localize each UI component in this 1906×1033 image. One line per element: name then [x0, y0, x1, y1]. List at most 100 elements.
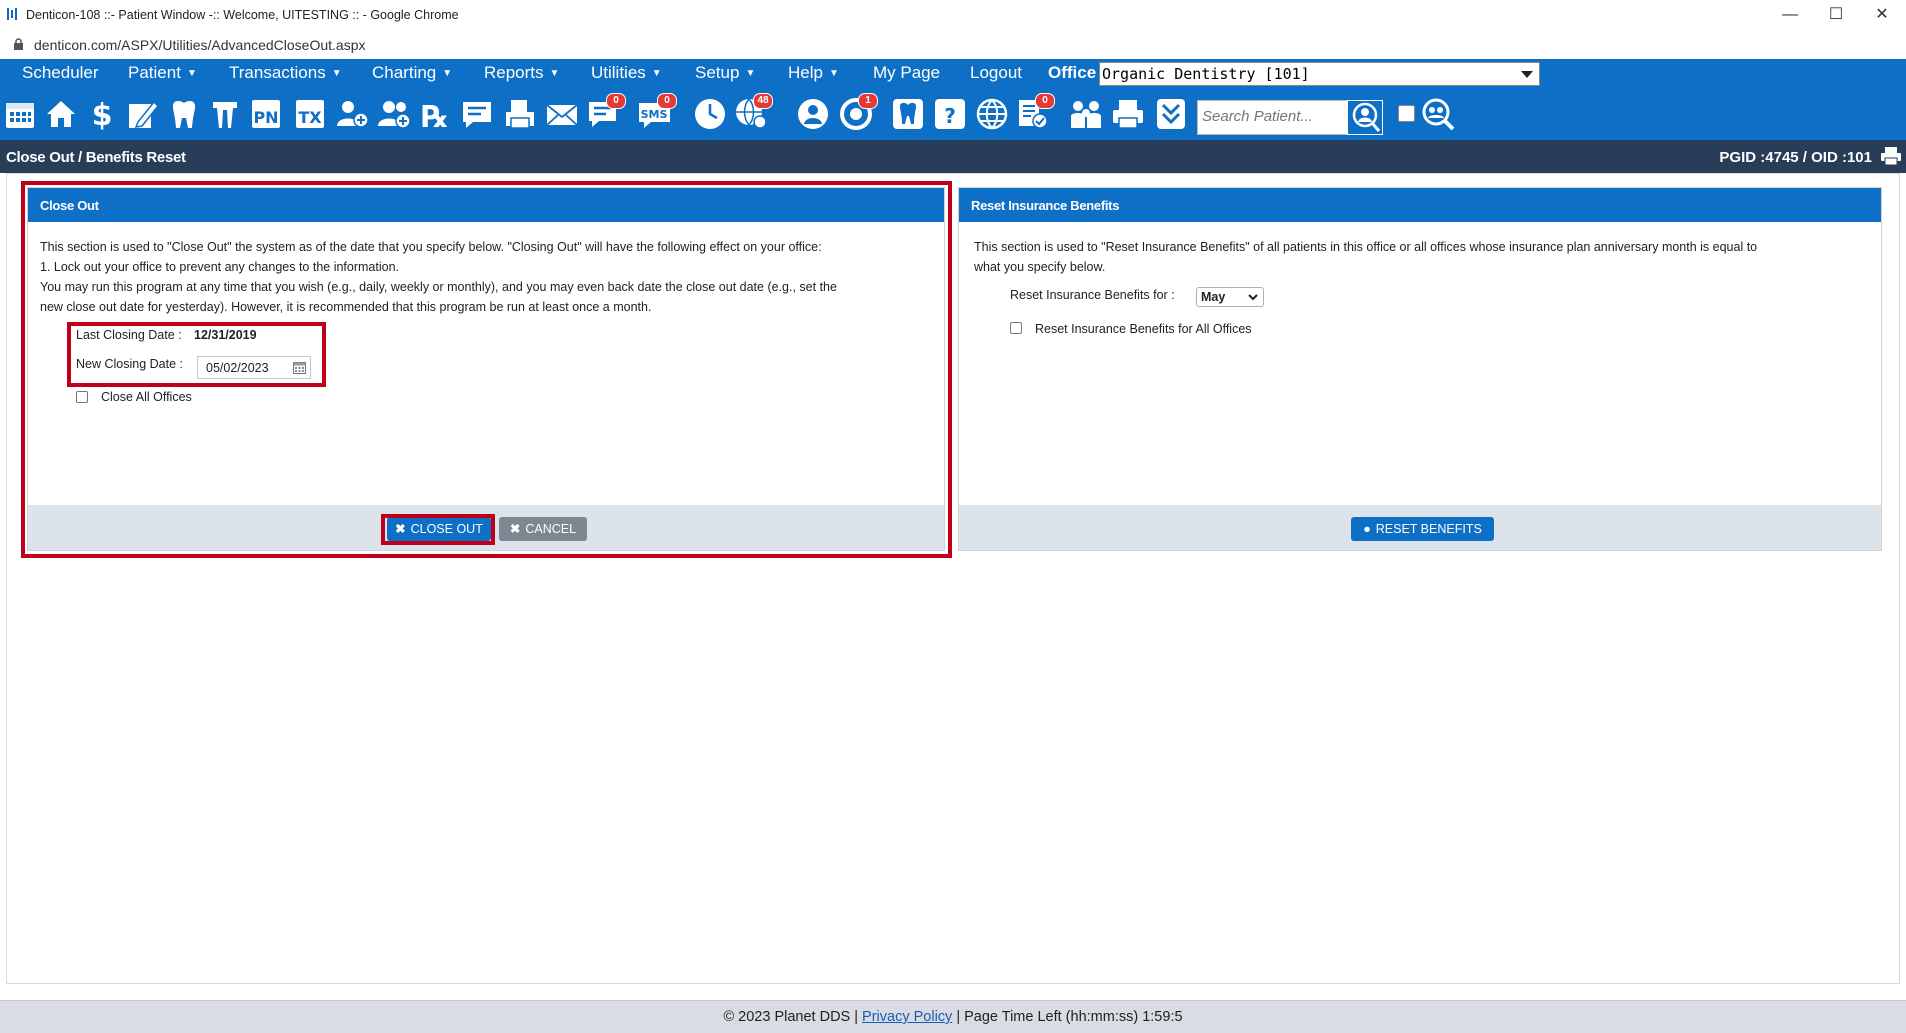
mail-icon[interactable]: [544, 96, 580, 132]
patient-search-input[interactable]: [1198, 101, 1346, 132]
menu-scheduler[interactable]: Scheduler: [22, 63, 99, 83]
clock-icon[interactable]: [692, 96, 728, 132]
help-tooth-icon[interactable]: ?: [932, 96, 968, 132]
page-header: Close Out / Benefits Reset PGID :4745 / …: [0, 140, 1906, 173]
svg-text:$: $: [92, 98, 113, 132]
close-out-header: Close Out: [28, 188, 944, 222]
patient-search-box[interactable]: [1197, 100, 1349, 135]
menu-my-page[interactable]: My Page: [873, 63, 940, 83]
chat-icon[interactable]: [459, 96, 495, 132]
cancel-button-label: CANCEL: [525, 522, 577, 536]
time-left-value: 1:59:5: [1142, 1009, 1183, 1025]
svg-text:?: ?: [944, 104, 956, 128]
privacy-policy-link[interactable]: Privacy Policy: [862, 1009, 952, 1025]
calendar-picker-icon[interactable]: [293, 361, 306, 374]
time-left-label: | Page Time Left (hh:mm:ss): [956, 1009, 1139, 1025]
home-icon[interactable]: [43, 96, 79, 132]
toolbar-checkbox[interactable]: [1398, 105, 1415, 122]
reset-for-label: Reset Insurance Benefits for :: [1010, 288, 1175, 302]
tooth-chart-icon[interactable]: [890, 96, 926, 132]
close-all-offices-checkbox[interactable]: [76, 391, 88, 403]
reset-benefits-button[interactable]: ● RESET BENEFITS: [1351, 517, 1494, 541]
teeth-icon[interactable]: [207, 96, 243, 132]
menu-reports[interactable]: Reports ▼: [484, 63, 559, 83]
url-text[interactable]: denticon.com/ASPX/Utilities/AdvancedClos…: [34, 37, 366, 53]
caret-down-icon: ▼: [186, 68, 197, 79]
download-icon[interactable]: [1153, 96, 1189, 132]
support-icon[interactable]: [795, 96, 831, 132]
maximize-button[interactable]: ☐: [1816, 4, 1856, 26]
alert-icon[interactable]: 1: [838, 93, 878, 132]
group-search-icon[interactable]: [1420, 96, 1456, 132]
patient-group-icon[interactable]: [376, 96, 412, 132]
close-out-button[interactable]: ✖ CLOSE OUT: [387, 517, 491, 541]
close-all-offices-label: Close All Offices: [101, 390, 192, 404]
app-icon: [7, 8, 17, 20]
add-patient-icon[interactable]: [334, 96, 370, 132]
icon-toolbar: $ PN TX ℞ 0 SMS 0 48 1 ? 0: [0, 90, 1906, 140]
dropdown-arrow-icon: [1521, 71, 1533, 78]
reset-all-offices-checkbox[interactable]: [1010, 322, 1022, 334]
menu-setup[interactable]: Setup ▼: [695, 63, 755, 83]
close-out-description: This section is used to "Close Out" the …: [40, 237, 940, 317]
messages-badge: 0: [606, 93, 626, 109]
menu-utilities[interactable]: Utilities ▼: [591, 63, 662, 83]
document-check-icon[interactable]: 0: [1015, 93, 1055, 132]
minimize-button[interactable]: —: [1770, 4, 1810, 26]
caret-down-icon: ▼: [549, 68, 560, 79]
lock-icon: [14, 38, 23, 50]
address-bar[interactable]: denticon.com/ASPX/Utilities/AdvancedClos…: [0, 30, 1906, 60]
last-closing-value: 12/31/2019: [194, 328, 257, 342]
printer-icon[interactable]: [1110, 96, 1146, 132]
reset-all-offices-label: Reset Insurance Benefits for All Offices: [1035, 322, 1252, 336]
description-line: This section is used to "Reset Insurance…: [974, 240, 1758, 254]
office-label: Office: [1048, 63, 1097, 82]
calendar-icon[interactable]: [2, 96, 38, 132]
menu-charting[interactable]: Charting ▼: [372, 63, 452, 83]
dollar-icon[interactable]: $: [84, 96, 120, 132]
svg-text:TX: TX: [298, 108, 322, 127]
tasks-badge: 0: [1035, 93, 1055, 109]
new-closing-date-value: 05/02/2023: [206, 361, 269, 375]
sms-icon[interactable]: SMS 0: [637, 93, 677, 132]
pn-icon[interactable]: PN: [248, 96, 284, 132]
reset-month-value: May: [1201, 290, 1226, 304]
svg-text:℞: ℞: [422, 100, 449, 132]
close-window-button[interactable]: ✕: [1862, 4, 1902, 26]
menu-transactions[interactable]: Transactions ▼: [229, 63, 342, 83]
alerts-badge: 1: [858, 93, 878, 109]
print-icon[interactable]: [1880, 146, 1902, 166]
family-icon[interactable]: [1068, 96, 1104, 132]
reset-month-select[interactable]: May: [1196, 287, 1264, 307]
last-closing-label: Last Closing Date :: [76, 328, 182, 342]
dollar-circle-icon: ●: [1363, 522, 1371, 536]
tx-icon[interactable]: TX: [292, 96, 328, 132]
cancel-button[interactable]: ✖ CANCEL: [499, 517, 587, 541]
copyright-text: © 2023 Planet DDS |: [723, 1009, 859, 1025]
patient-search-button[interactable]: [1347, 100, 1383, 135]
close-x-icon: ✖: [395, 522, 406, 536]
rx-icon[interactable]: ℞: [418, 96, 454, 132]
globe-users-icon[interactable]: 48: [733, 93, 773, 132]
cancel-x-icon: ✖: [509, 522, 521, 536]
chevron-down-icon: [1248, 294, 1258, 301]
reset-benefits-header: Reset Insurance Benefits: [959, 188, 1881, 222]
globe-icon[interactable]: [974, 96, 1010, 132]
tooth-icon[interactable]: [166, 96, 202, 132]
menu-logout[interactable]: Logout: [970, 63, 1022, 83]
message-icon[interactable]: 0: [586, 93, 626, 132]
window-title: Denticon-108 ::- Patient Window -:: Welc…: [26, 8, 459, 22]
web-badge: 48: [753, 93, 773, 109]
user-search-icon: [1352, 102, 1381, 132]
pgid-oid-text: PGID :4745 / OID :101: [1719, 149, 1872, 166]
svg-text:PN: PN: [253, 108, 278, 127]
office-select[interactable]: Organic Dentistry [101]: [1099, 62, 1540, 86]
sms-badge: 0: [657, 93, 677, 109]
caret-down-icon: ▼: [828, 68, 839, 79]
notes-icon[interactable]: [124, 96, 160, 132]
menu-help[interactable]: Help ▼: [788, 63, 839, 83]
new-closing-date-input[interactable]: 05/02/2023: [197, 356, 311, 379]
caret-down-icon: ▼: [331, 68, 342, 79]
print-fax-icon[interactable]: [502, 96, 538, 132]
menu-patient[interactable]: Patient ▼: [128, 63, 197, 83]
